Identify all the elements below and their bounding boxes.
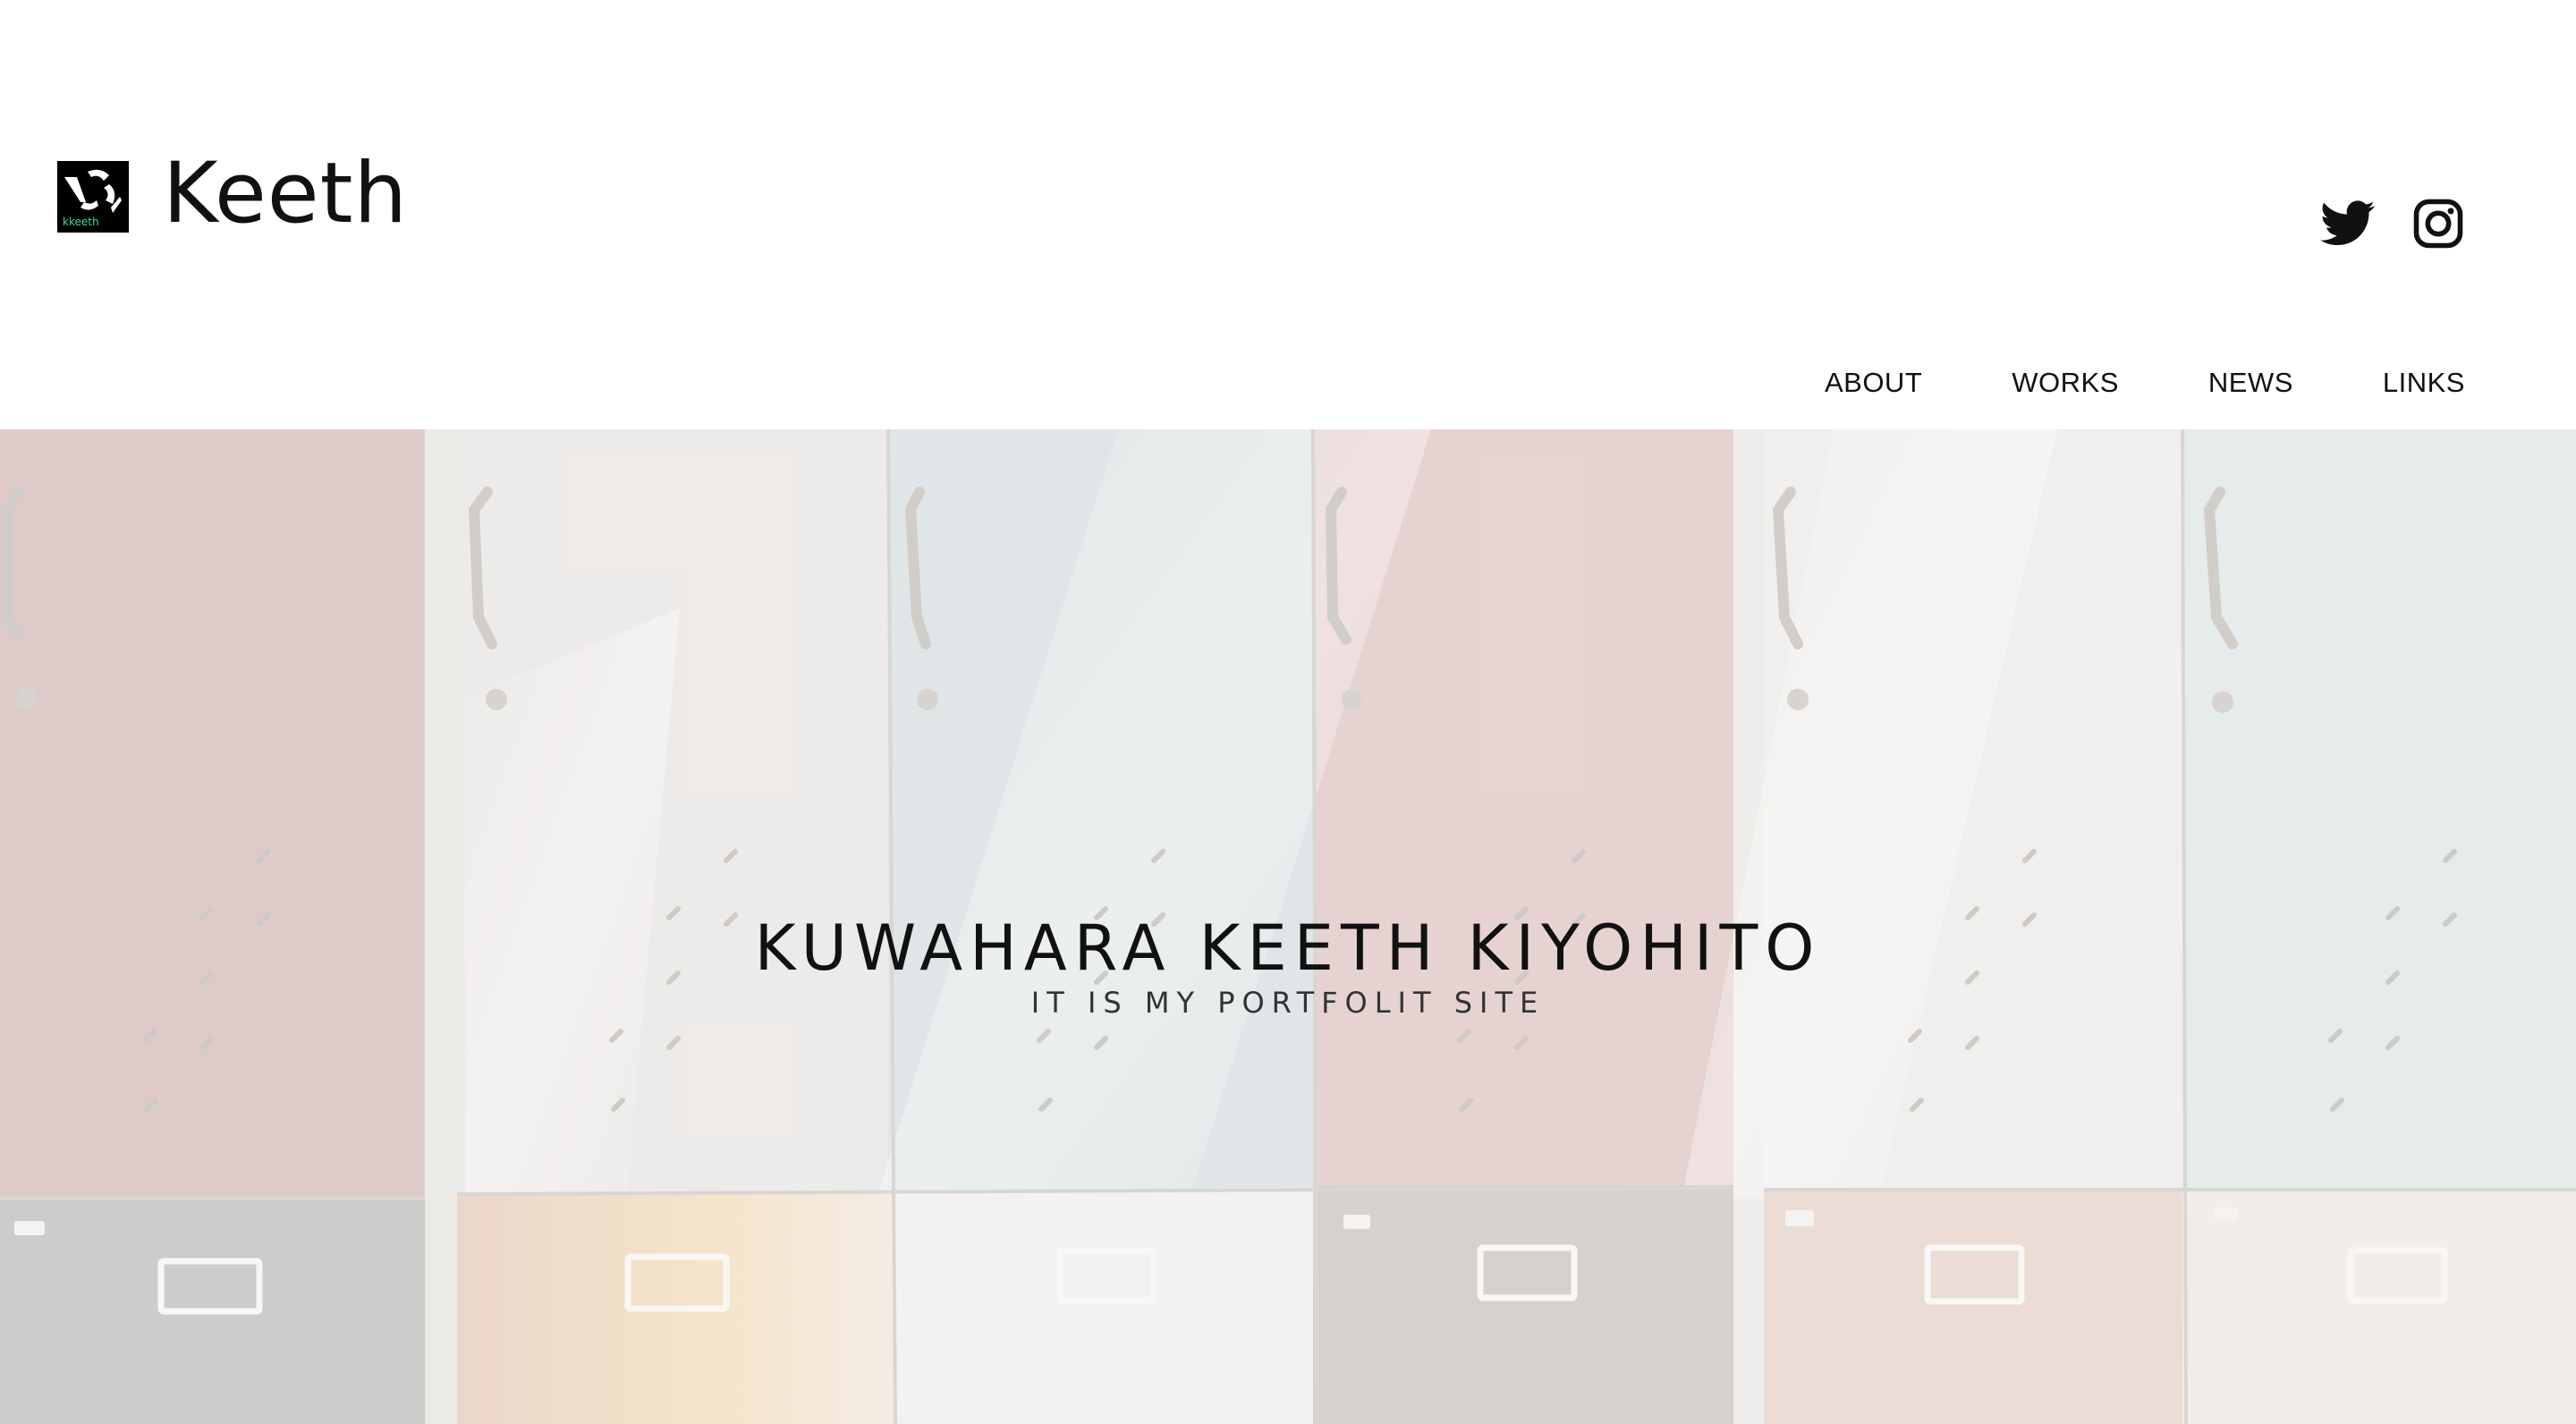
nav-works[interactable]: WORKS (2012, 367, 2119, 399)
logo-text: kkeeth (63, 216, 99, 228)
social-links (2320, 199, 2463, 249)
nav-links[interactable]: LINKS (2383, 367, 2465, 399)
hero-text: KUWAHARA KEETH KIYOHITO IT IS MY PORTFOL… (0, 917, 2576, 1017)
twitter-link[interactable] (2320, 200, 2376, 247)
twitter-icon (2320, 200, 2375, 246)
hero-title: KUWAHARA KEETH KIYOHITO (754, 911, 1822, 985)
main-nav: ABOUT WORKS NEWS LINKS (1825, 367, 2465, 399)
page: kkeeth Keeth ABOUT WORKS NEWS LINKS KUWA… (0, 0, 2576, 1424)
instagram-link[interactable] (2413, 199, 2463, 249)
brand-home-link[interactable]: kkeeth Keeth (57, 152, 408, 236)
nav-about[interactable]: ABOUT (1825, 367, 1922, 399)
brand-name: Keeth (163, 145, 409, 242)
nav-news[interactable]: NEWS (2208, 367, 2293, 399)
instagram-icon (2413, 199, 2463, 249)
site-header: kkeeth Keeth ABOUT WORKS NEWS LINKS (0, 0, 2576, 429)
keeth-logo-icon: kkeeth (57, 161, 129, 233)
hero-subtitle: IT IS MY PORTFOLIT SITE (1030, 986, 1546, 1020)
hero-section: KUWAHARA KEETH KIYOHITO IT IS MY PORTFOL… (0, 429, 2576, 1424)
